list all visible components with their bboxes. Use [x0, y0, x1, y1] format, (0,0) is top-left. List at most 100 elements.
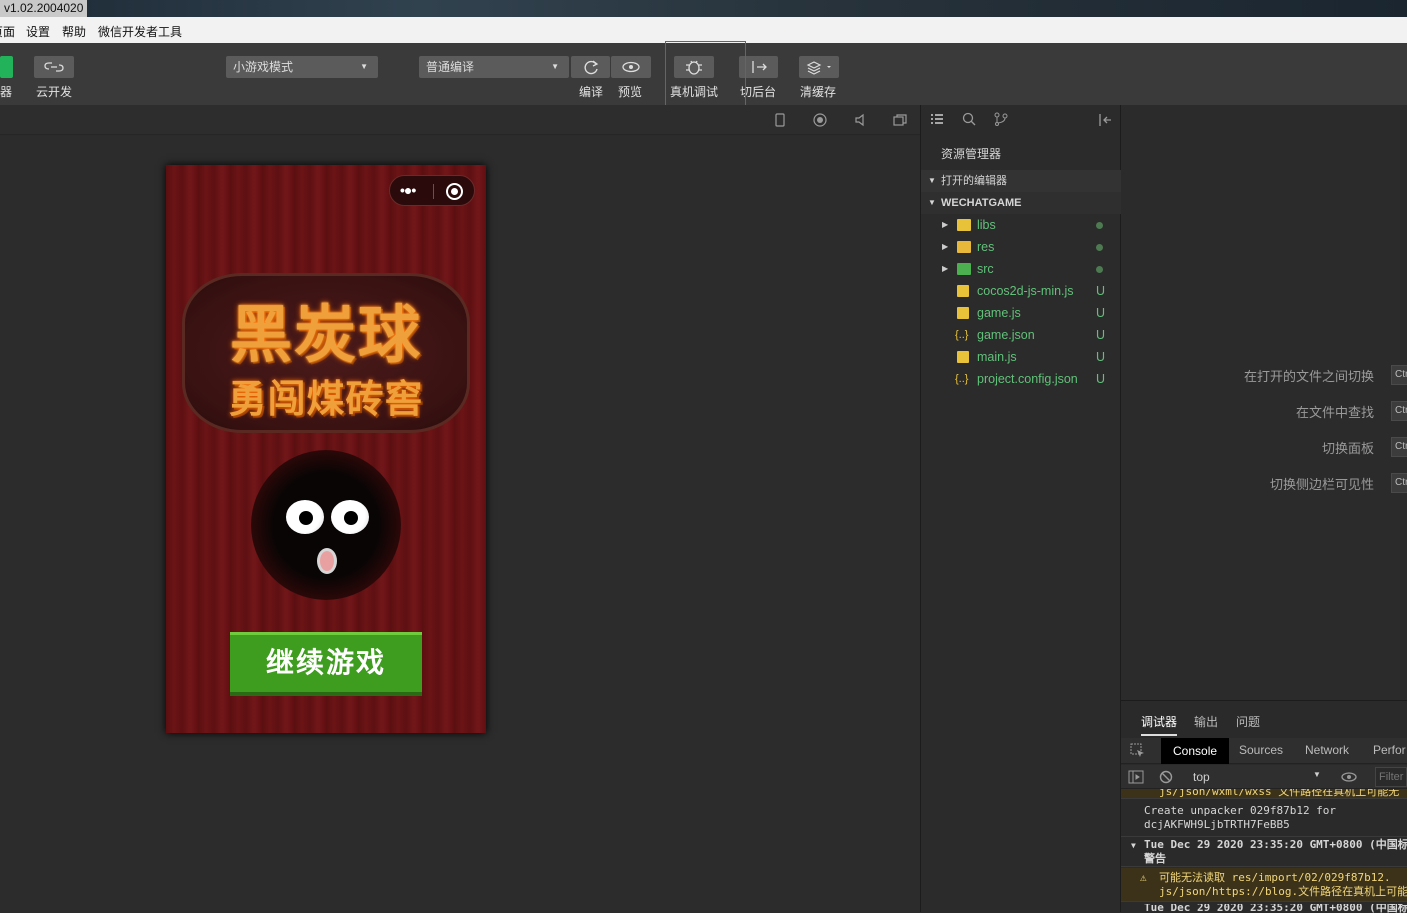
simulator-toolbar	[0, 105, 920, 135]
tree-item-game-js[interactable]: game.js U	[921, 302, 1121, 324]
context-select[interactable]: top	[1193, 770, 1210, 784]
tree-item-game-json[interactable]: {..} game.json U	[921, 324, 1121, 346]
modified-dot	[1096, 244, 1103, 251]
more-icon[interactable]: •●•	[400, 182, 416, 198]
modified-dot	[1096, 222, 1103, 229]
console-warning-line: ⚠ 可能无法读取 res/import/02/029f87b12. js/jso…	[1121, 868, 1407, 902]
eye-icon[interactable]	[1340, 770, 1358, 784]
cloud-label: 云开发	[36, 85, 73, 99]
close-target-icon[interactable]	[446, 183, 463, 200]
version-label: v1.02.2004020	[0, 0, 88, 17]
log-text: dcjAKFWH9LjbTRTH7FeBB5	[1144, 818, 1290, 831]
git-branch-icon[interactable]	[994, 112, 1008, 126]
json-file-icon: {..}	[955, 373, 969, 385]
eye-icon	[622, 61, 640, 73]
tab-output[interactable]: 输出	[1194, 713, 1218, 730]
sidebar-toggle-icon[interactable]	[1128, 769, 1144, 785]
chevron-down-icon: ▼	[928, 176, 936, 185]
menu-item-help[interactable]: 帮助	[62, 23, 86, 40]
tab-network[interactable]: Network	[1305, 743, 1349, 757]
tree-item-main-js[interactable]: main.js U	[921, 346, 1121, 368]
mode-select[interactable]: 小游戏模式 ▼	[226, 56, 378, 78]
shortcut-hint: 切换面板	[1321, 441, 1374, 456]
folder-icon	[957, 219, 971, 231]
file-name: libs	[977, 218, 996, 232]
untracked-badge: U	[1096, 284, 1106, 298]
menu-bar: 页面 设置 帮助 微信开发者工具	[0, 17, 1407, 43]
collapse-panel-icon[interactable]	[1098, 113, 1112, 127]
continue-game-button[interactable]: 继续游戏	[230, 632, 422, 696]
simulator-label: 器	[0, 85, 13, 99]
shortcut-hint: 在文件中查找	[1295, 405, 1374, 420]
detach-window-icon[interactable]	[892, 112, 908, 128]
capsule-divider	[433, 184, 434, 199]
file-name: game.js	[977, 306, 1021, 320]
title-bar: v1.02.2004020	[0, 0, 1407, 17]
shortcut-hint: 切换侧边栏可见性	[1269, 477, 1374, 492]
log-text: Create unpacker 029f87b12 for	[1144, 804, 1337, 817]
tree-item-libs[interactable]: ▶ libs	[921, 214, 1121, 236]
right-eye	[331, 500, 369, 534]
inspect-element-icon[interactable]	[1130, 743, 1146, 759]
clear-cache-button[interactable]	[799, 56, 839, 78]
tree-item-res[interactable]: ▶ res	[921, 236, 1121, 258]
cloud-link-icon	[44, 62, 64, 72]
shortcut-hint: 在打开的文件之间切换	[1243, 369, 1374, 384]
tree-item-cocos2d[interactable]: cocos2d-js-min.js U	[921, 280, 1121, 302]
open-editors-section[interactable]: ▼ 打开的编辑器	[921, 170, 1121, 192]
js-file-icon	[957, 351, 969, 363]
project-label: WECHATGAME	[941, 197, 1022, 209]
folder-icon	[957, 241, 971, 253]
editor-welcome-panel: 在打开的文件之间切换 Ctr 在文件中查找 Ctr 切换面板 Ctr 切换侧边栏…	[1121, 105, 1407, 700]
file-name: main.js	[977, 350, 1017, 364]
untracked-badge: U	[1096, 372, 1106, 386]
untracked-badge: U	[1096, 328, 1106, 342]
file-name: cocos2d-js-min.js	[977, 284, 1074, 298]
record-icon[interactable]	[812, 112, 828, 128]
file-name: game.json	[977, 328, 1035, 342]
file-name: project.config.json	[977, 372, 1078, 386]
tree-item-src[interactable]: ▶ src	[921, 258, 1121, 280]
list-icon[interactable]	[930, 113, 944, 127]
menu-item-settings[interactable]: 设置	[26, 23, 50, 40]
filter-input[interactable]	[1375, 767, 1407, 787]
tab-debugger[interactable]: 调试器	[1141, 713, 1178, 736]
menu-item-devtools[interactable]: 微信开发者工具	[98, 23, 182, 40]
chevron-down-icon: ▼	[360, 62, 368, 71]
shortcut-key: Ctr	[1391, 437, 1407, 457]
compile-label: 编译	[579, 85, 604, 99]
project-section[interactable]: ▼ WECHATGAME	[921, 192, 1121, 214]
clear-console-icon[interactable]	[1158, 769, 1174, 785]
game-subtitle: 勇闯煤砖窖	[228, 377, 424, 421]
tab-console[interactable]: Console	[1161, 738, 1230, 764]
chevron-right-icon: ▶	[942, 242, 949, 251]
devtools-panel: 调试器 输出 问题 Console Sources Network Perfor…	[1121, 700, 1407, 913]
game-screen[interactable]: •●• 黑炭球 勇闯煤砖窖 继续游戏	[166, 165, 486, 733]
json-file-icon: {..}	[955, 329, 969, 341]
preview-button[interactable]	[611, 56, 651, 78]
open-editors-label: 打开的编辑器	[941, 175, 1007, 187]
log-text: js/json/https://blog.文件路径在真机上可能无	[1159, 885, 1407, 898]
chevron-down-icon: ▼	[551, 62, 559, 71]
folder-icon	[957, 263, 971, 275]
untracked-badge: U	[1096, 350, 1106, 364]
compile-select[interactable]: 普通编译 ▼	[419, 56, 569, 78]
cloud-button[interactable]	[34, 56, 74, 78]
clear-cache-label: 清缓存	[800, 85, 837, 99]
menu-item-page[interactable]: 页面	[0, 23, 15, 40]
untracked-badge: U	[1096, 306, 1106, 320]
capsule-menu[interactable]: •●•	[389, 175, 475, 206]
console-log-line: js/json/wxml/wxss 文件路径在真机上可能无	[1121, 789, 1407, 799]
green-toggle-button[interactable]	[0, 56, 13, 78]
console-group-line[interactable]: ▼ Tue Dec 29 2020 23:35:20 GMT+0800 (中国标…	[1121, 837, 1407, 867]
volume-icon[interactable]	[852, 112, 868, 128]
chevron-down-icon: ▼	[1313, 770, 1321, 779]
compile-button[interactable]	[571, 56, 610, 78]
phone-icon[interactable]	[772, 112, 788, 128]
tab-sources[interactable]: Sources	[1239, 743, 1283, 757]
tree-item-project-config[interactable]: {..} project.config.json U	[921, 368, 1121, 390]
mode-select-value: 小游戏模式	[233, 60, 294, 74]
tab-problems[interactable]: 问题	[1236, 713, 1260, 730]
search-icon[interactable]	[962, 112, 976, 126]
tab-performance[interactable]: Perfor	[1373, 743, 1406, 757]
